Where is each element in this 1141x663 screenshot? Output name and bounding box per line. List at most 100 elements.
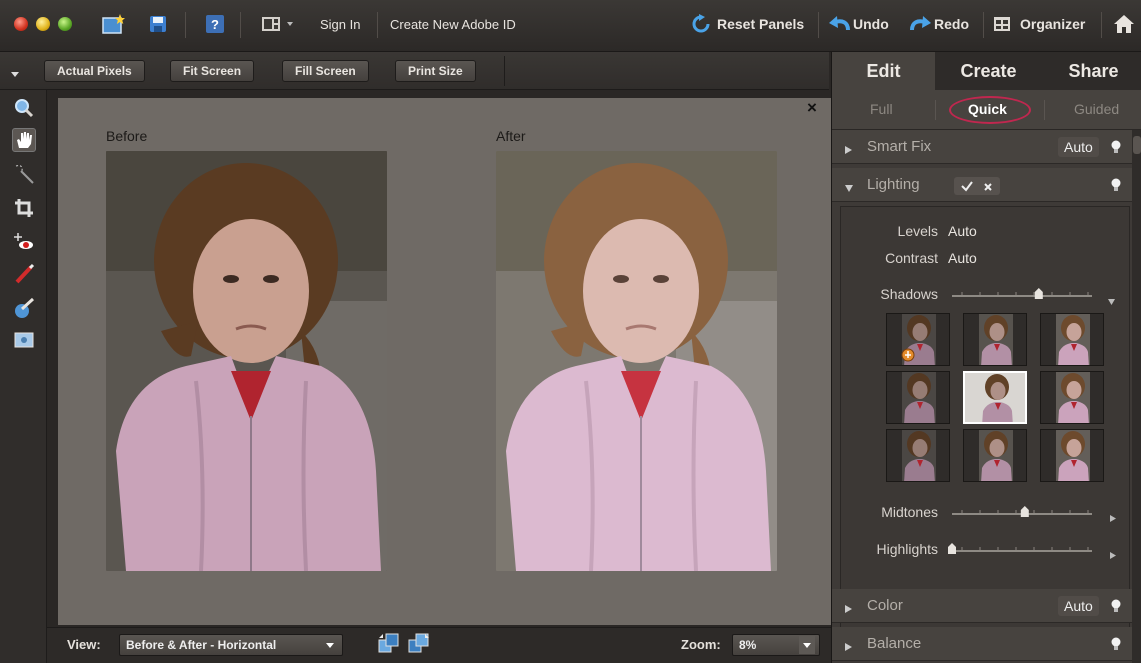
black-white-selection-icon[interactable] — [12, 328, 36, 352]
before-photo[interactable] — [106, 151, 387, 571]
midtones-label: Midtones — [881, 504, 938, 520]
sign-in-link[interactable]: Sign In — [320, 17, 360, 32]
variation-thumbnail[interactable] — [886, 371, 950, 424]
tip-bulb-icon[interactable] — [1111, 178, 1121, 192]
swap-view-icon[interactable] — [377, 632, 401, 661]
subtab-full[interactable]: Full — [870, 101, 893, 117]
commit-check-icon[interactable] — [960, 179, 974, 198]
help-icon[interactable]: ? — [204, 12, 226, 36]
midtones-slider-knob[interactable] — [1020, 506, 1029, 517]
zoom-window-button[interactable] — [58, 17, 72, 31]
tip-bulb-icon[interactable] — [1111, 599, 1121, 613]
variation-thumbnail[interactable] — [1040, 313, 1104, 366]
midtones-slider[interactable] — [948, 506, 1096, 520]
collapse-arrow-icon[interactable] — [844, 180, 854, 198]
redo-icon[interactable] — [908, 12, 932, 36]
fill-screen-button[interactable]: Fill Screen — [282, 60, 369, 82]
shadows-slider[interactable] — [948, 288, 1096, 302]
variation-thumbnail[interactable] — [963, 371, 1027, 424]
zoom-tool-icon[interactable] — [12, 96, 36, 120]
thumbnail-image — [1056, 372, 1090, 423]
quick-selection-tool-icon[interactable] — [12, 162, 36, 186]
tip-bulb-icon[interactable] — [1111, 637, 1121, 651]
subtab-guided[interactable]: Guided — [1074, 101, 1119, 117]
smart-fix-title: Smart Fix — [867, 138, 932, 155]
contrast-auto-button[interactable]: Auto — [948, 250, 977, 266]
after-label: After — [496, 128, 526, 144]
view-mode-select[interactable]: Before & After - Horizontal — [119, 634, 343, 656]
variation-thumbnail[interactable] — [886, 313, 950, 366]
panel-scrollbar[interactable] — [1132, 130, 1141, 663]
expand-arrow-icon[interactable] — [844, 601, 853, 619]
undo-button[interactable]: Undo — [853, 16, 889, 32]
fit-screen-button[interactable]: Fit Screen — [170, 60, 255, 82]
svg-text:?: ? — [211, 17, 219, 32]
zoom-value: 8% — [739, 638, 757, 652]
shadows-more-arrow-icon[interactable] — [1107, 293, 1116, 311]
color-section[interactable]: Color Auto — [832, 589, 1132, 623]
close-before-after-button[interactable]: × — [807, 98, 817, 118]
zoom-field[interactable]: 8% — [732, 634, 820, 656]
balance-section[interactable]: Balance — [832, 627, 1132, 661]
organizer-icon[interactable] — [992, 12, 1012, 36]
create-adobe-id-link[interactable]: Create New Adobe ID — [390, 17, 516, 32]
tab-create[interactable]: Create — [937, 52, 1040, 90]
highlights-slider-track — [948, 543, 1092, 554]
variation-thumbnail[interactable] — [963, 313, 1027, 366]
lighting-section-header[interactable]: Lighting — [832, 168, 1132, 202]
lighting-title: Lighting — [867, 176, 920, 193]
levels-label: Levels — [897, 223, 938, 239]
shadows-slider-knob[interactable] — [1034, 288, 1043, 299]
tip-bulb-icon[interactable] — [1111, 140, 1121, 154]
print-size-button[interactable]: Print Size — [395, 60, 476, 82]
expand-arrow-icon[interactable] — [844, 142, 853, 160]
view-layout-icon[interactable] — [407, 632, 431, 661]
crop-tool-icon[interactable] — [12, 196, 36, 220]
redo-button[interactable]: Redo — [934, 16, 969, 32]
options-menu-arrow-icon[interactable] — [10, 66, 20, 84]
expand-arrow-icon[interactable] — [844, 639, 853, 657]
actual-pixels-button[interactable]: Actual Pixels — [44, 60, 145, 82]
whiten-teeth-brush-icon[interactable] — [12, 262, 36, 286]
minimize-window-button[interactable] — [36, 17, 50, 31]
before-after-canvas[interactable]: Before After × — [58, 98, 831, 625]
tab-share[interactable]: Share — [1042, 52, 1141, 90]
highlights-slider-knob[interactable] — [948, 543, 956, 554]
variation-thumbnail[interactable] — [1040, 371, 1104, 424]
highlights-more-arrow-icon[interactable] — [1109, 547, 1117, 565]
midtones-more-arrow-icon[interactable] — [1109, 510, 1117, 528]
save-icon[interactable] — [146, 12, 170, 36]
smart-fix-auto-button[interactable]: Auto — [1058, 137, 1099, 157]
make-dull-sky-blue-icon[interactable] — [12, 296, 36, 320]
close-window-button[interactable] — [14, 17, 28, 31]
highlights-slider[interactable] — [948, 543, 1096, 557]
tab-edit[interactable]: Edit — [832, 52, 935, 90]
organizer-button[interactable]: Organizer — [1020, 16, 1085, 32]
options-bar: Actual Pixels Fit Screen Fill Screen Pri… — [0, 52, 829, 90]
cancel-x-icon[interactable] — [982, 180, 994, 198]
home-icon[interactable] — [1112, 12, 1136, 36]
subtab-quick[interactable]: Quick — [968, 101, 1007, 117]
color-title: Color — [867, 597, 903, 614]
color-auto-button[interactable]: Auto — [1058, 596, 1099, 616]
shadows-slider-track — [952, 288, 1092, 299]
reset-panels-button[interactable]: Reset Panels — [717, 16, 804, 32]
edit-mode-tabs: Full Quick Guided — [832, 90, 1141, 130]
red-eye-tool-icon[interactable] — [12, 230, 36, 254]
new-file-icon[interactable] — [100, 12, 126, 36]
smart-fix-section[interactable]: Smart Fix Auto — [832, 130, 1132, 164]
zoom-dropdown-icon[interactable] — [799, 636, 815, 654]
after-photo[interactable] — [496, 151, 777, 571]
view-mode-value: Before & After - Horizontal — [126, 638, 277, 652]
variation-thumbnail[interactable] — [1040, 429, 1104, 482]
variation-thumbnail[interactable] — [886, 429, 950, 482]
panel-scrollbar-thumb[interactable] — [1133, 136, 1141, 154]
midtones-slider-track — [952, 506, 1092, 517]
undo-icon[interactable] — [828, 12, 852, 36]
layout-menu-icon[interactable] — [260, 12, 300, 36]
reset-panels-icon[interactable] — [690, 12, 712, 36]
highlights-label: Highlights — [876, 541, 938, 557]
hand-tool-icon[interactable] — [12, 128, 36, 152]
variation-thumbnail[interactable] — [963, 429, 1027, 482]
levels-auto-button[interactable]: Auto — [948, 223, 977, 239]
